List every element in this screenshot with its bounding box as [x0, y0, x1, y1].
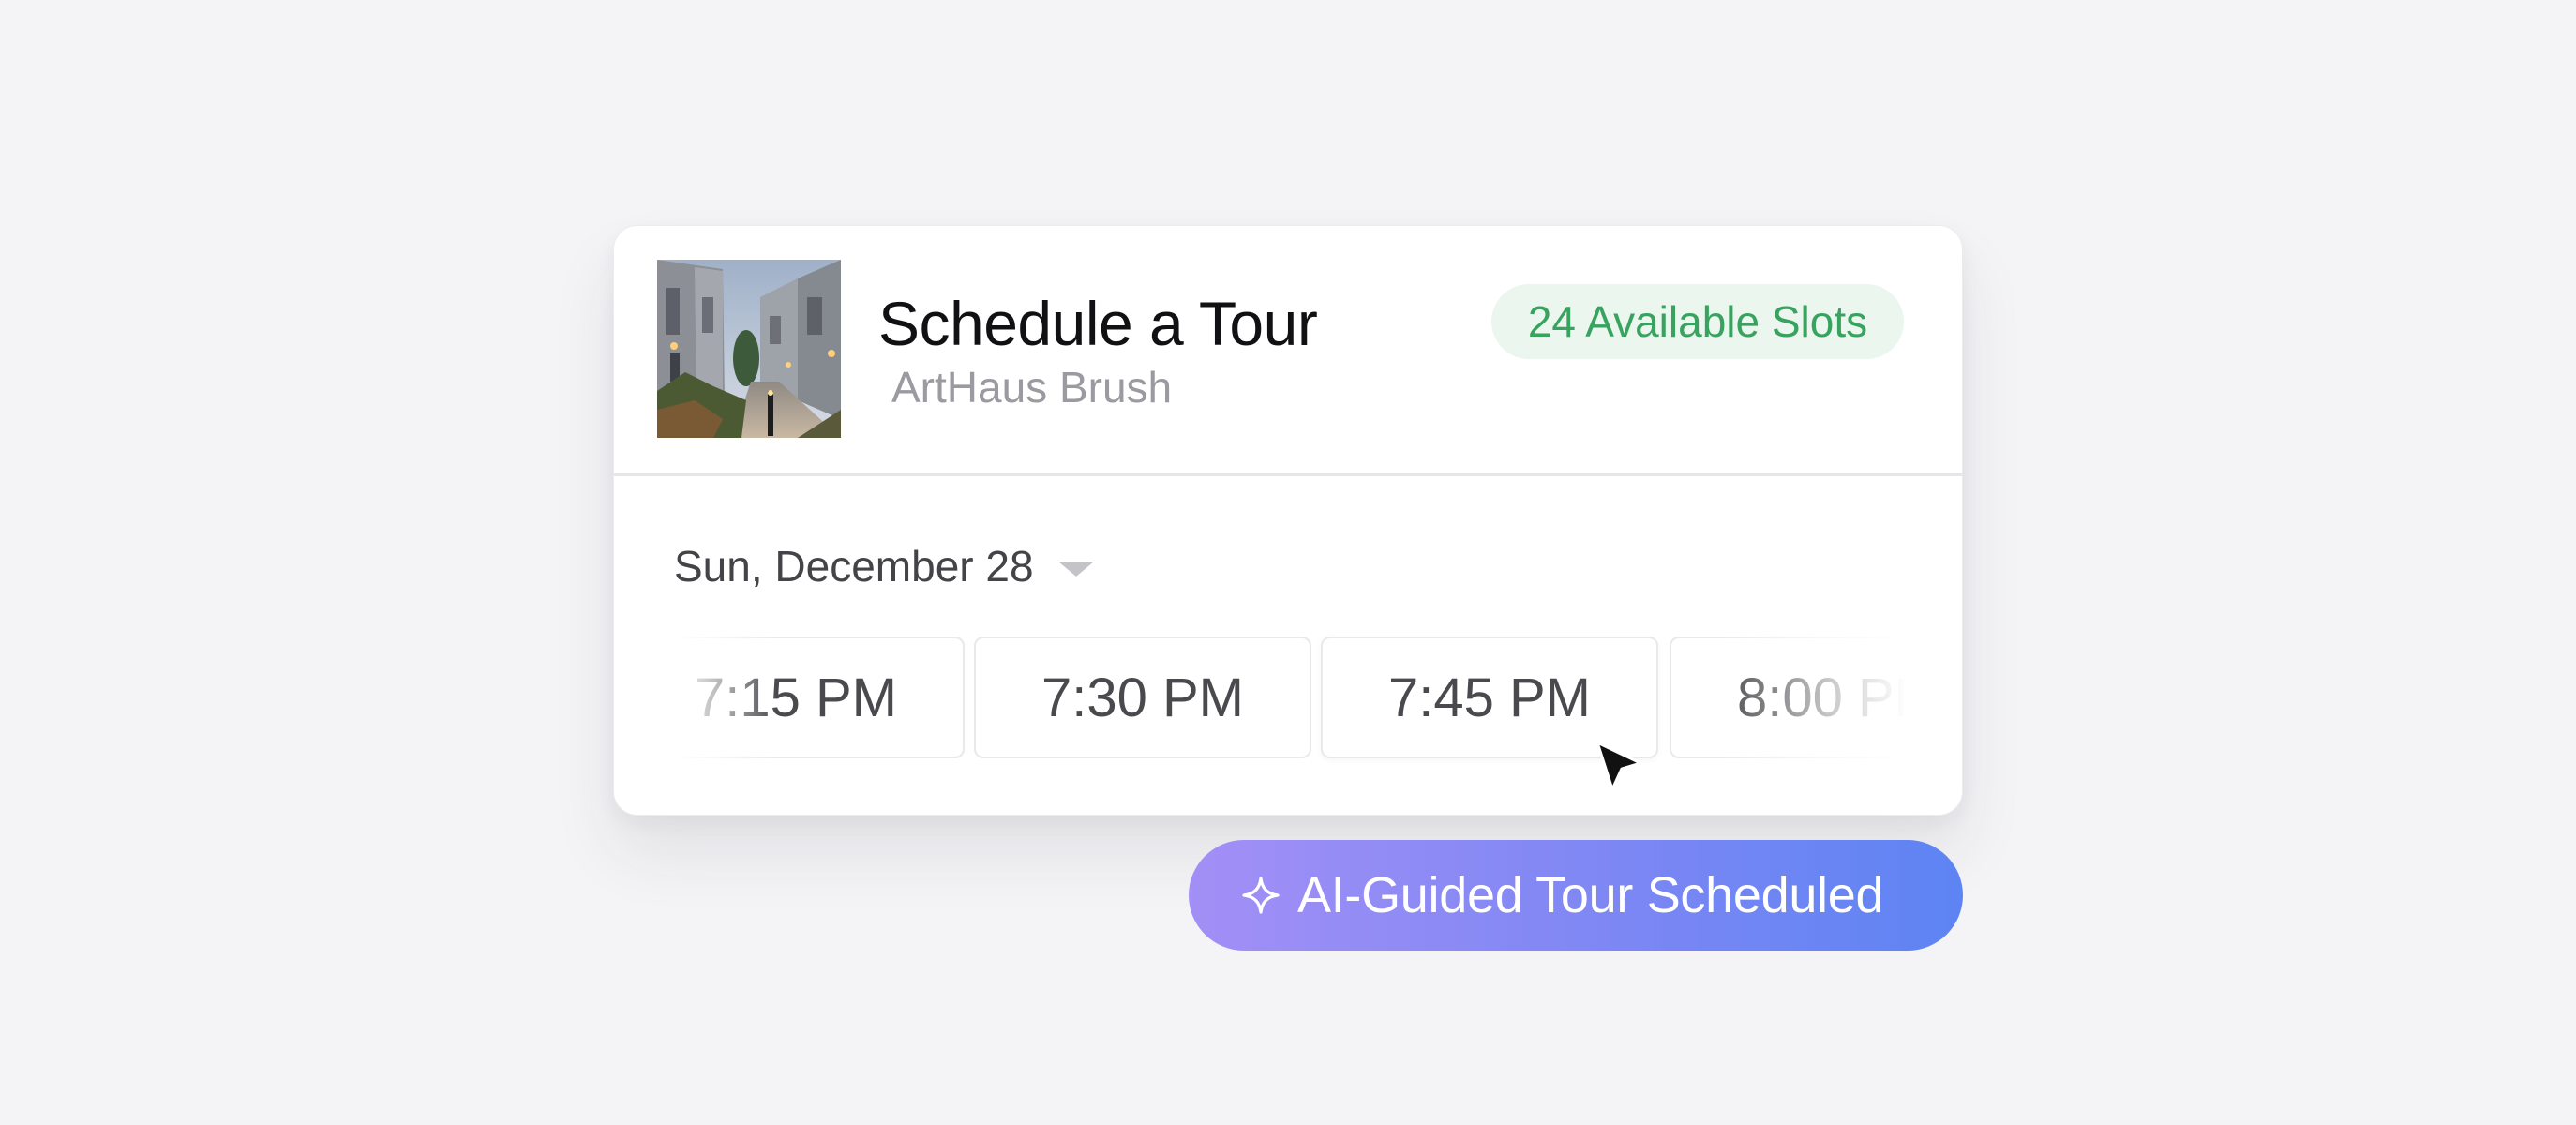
date-dropdown[interactable]: Sun, December 28 — [674, 541, 1094, 592]
property-thumbnail — [657, 260, 841, 438]
mouse-pointer-icon — [1595, 741, 1642, 791]
time-slot-button[interactable]: 7:30 PM — [974, 637, 1311, 758]
selected-date-label: Sun, December 28 — [674, 542, 1034, 591]
sparkle-icon — [1242, 877, 1280, 914]
card-header: Schedule a Tour ArtHaus Brush 24 Availab… — [614, 226, 1962, 476]
time-slot-label: 8:00 PM — [1737, 667, 1906, 728]
time-slot-label: 7:30 PM — [1041, 667, 1244, 728]
chevron-down-icon — [1057, 562, 1094, 577]
ai-tour-status-pill: AI-Guided Tour Scheduled — [1189, 840, 1963, 951]
property-name: ArtHaus Brush — [891, 363, 1173, 412]
time-slot-button[interactable]: 8:00 PM — [1670, 637, 1906, 758]
property-photo-icon — [657, 260, 841, 438]
time-slot-button[interactable]: 7:15 PM — [674, 637, 965, 758]
availability-badge: 24 Available Slots — [1491, 284, 1904, 359]
time-slot-label: 7:15 PM — [695, 667, 897, 728]
tour-scheduler-card: Schedule a Tour ArtHaus Brush 24 Availab… — [613, 225, 1963, 816]
page-title: Schedule a Tour — [878, 289, 1318, 358]
time-slot-carousel[interactable]: 7:15 PM 7:30 PM 7:45 PM 8:00 PM — [674, 634, 1906, 763]
ai-status-label: AI-Guided Tour Scheduled — [1297, 867, 1884, 923]
time-slot-label: 7:45 PM — [1388, 667, 1591, 728]
